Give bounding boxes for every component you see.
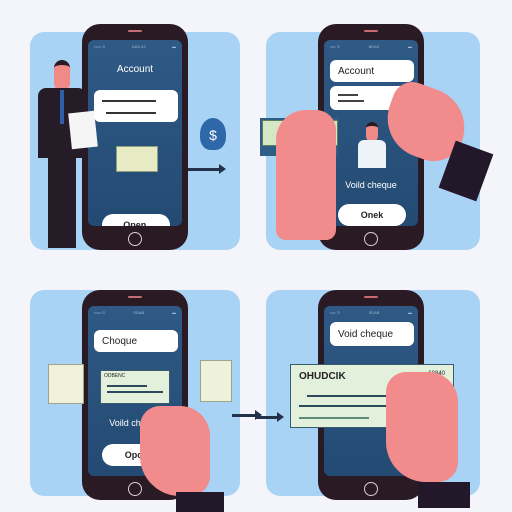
status-bar: ••••• ⊙ DAS.43 ▬ [94,44,176,49]
panel-step-4: •••• ⊙SDAB▬ Void cheque OHUDCIK 68840 [256,256,512,512]
panel-step-3: ••••• ⊙ SDAB ▬ Choque ODBENC Voild choque … [0,256,262,512]
arrow-icon [188,164,226,174]
battery-icon: ▬ [407,310,412,315]
battery-icon: ▬ [172,310,176,315]
status-bar: •••• ⊙ SDAB ▬ [330,310,412,315]
void-cheque-label: Voild cheque [345,180,397,190]
sleeve [418,482,470,508]
home-button[interactable] [128,482,142,496]
account-input[interactable] [94,90,178,122]
sleeve [176,492,224,512]
paper-icon [200,360,232,402]
speaker [128,30,142,32]
panel-step-1: ••••• ⊙ DAS.43 ▬ Account Open. $ [0,0,256,256]
panel-step-2: •••• ⊙ BDAS ▬ Account Voild cheque Onek [256,0,512,256]
speaker [364,296,378,298]
home-button[interactable] [364,482,378,496]
businessman-figure [38,60,98,250]
home-button[interactable] [128,232,142,246]
cheque-image [116,146,158,172]
arrow-icon [256,412,284,422]
paper-document [68,110,98,150]
pointing-hand [140,406,210,496]
document-stack-icon [48,364,84,404]
cheque-field[interactable]: Choque [94,330,178,352]
battery-icon: ▬ [407,44,412,49]
speaker [128,296,142,298]
status-bar: •••• ⊙ BDAS ▬ [330,44,412,49]
phone: ••••• ⊙ DAS.43 ▬ Account Open. [82,24,188,250]
pointing-hand [386,372,458,482]
battery-icon: ▬ [171,44,176,49]
phone-screen: ••••• ⊙ DAS.43 ▬ Account Open. [88,40,182,226]
open-button[interactable]: Open. [102,214,170,226]
person-avatar [358,122,386,168]
account-field[interactable]: Account [330,60,414,82]
account-title: Account [116,64,154,75]
onek-button[interactable]: Onek [338,204,406,226]
arrow-icon [232,410,262,420]
left-hand [276,110,336,240]
speaker [364,30,378,32]
money-bag-icon: $ [200,118,226,150]
home-button[interactable] [364,232,378,246]
void-cheque-field[interactable]: Void cheque [330,322,414,346]
cheque-card: ODBENC [100,370,170,404]
status-bar: ••••• ⊙ SDAB ▬ [94,310,176,315]
